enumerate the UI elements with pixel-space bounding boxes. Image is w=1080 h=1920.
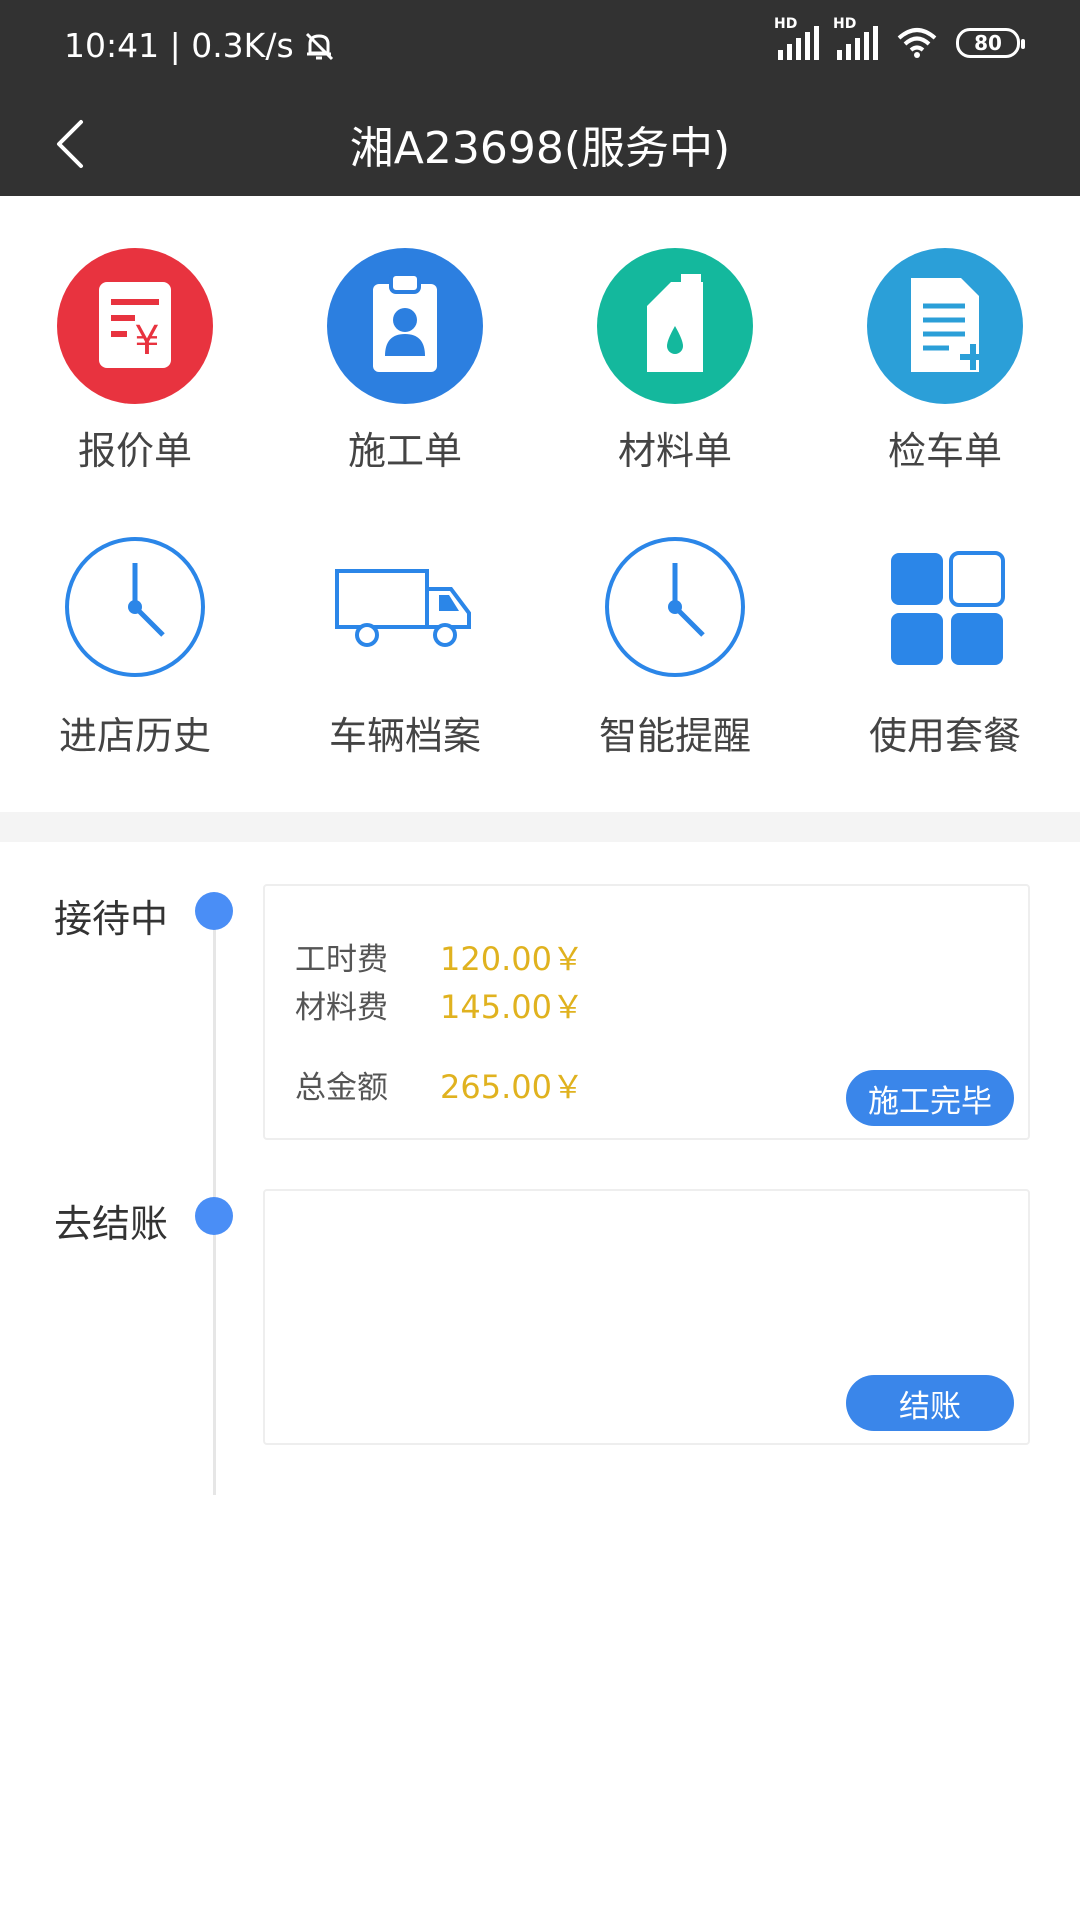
menu-item-vehicle-file[interactable]: 车辆档案 bbox=[270, 531, 540, 781]
work-order-icon bbox=[327, 248, 483, 404]
menu-item-inspection[interactable]: 检车单 bbox=[810, 246, 1080, 496]
menu-item-work-order[interactable]: 施工单 bbox=[270, 246, 540, 496]
total-amount-value: 265.00￥ bbox=[440, 1068, 584, 1106]
material-fee-row: 材料费 145.00￥ bbox=[295, 982, 584, 1028]
labor-fee-value: 120.00￥ bbox=[440, 940, 584, 978]
checkout-button[interactable]: 结账 bbox=[846, 1375, 1014, 1431]
clock-icon bbox=[65, 537, 205, 677]
signal-icon: HD bbox=[774, 16, 819, 60]
menu-item-label: 施工单 bbox=[347, 429, 462, 473]
labor-fee-row: 工时费 120.00￥ bbox=[295, 934, 584, 980]
menu-item-label: 进店历史 bbox=[58, 714, 211, 758]
menu-item-label: 使用套餐 bbox=[868, 714, 1021, 758]
page-title: 湘A23698(服务中) bbox=[349, 123, 731, 174]
signal-icon: HD bbox=[833, 16, 878, 60]
status-left: 10:41 | 0.3K/s bbox=[64, 26, 336, 65]
status-bar: 10:41 | 0.3K/s HD HD 80 bbox=[0, 0, 1080, 96]
top-bar: 10:41 | 0.3K/s HD HD 80 湘A23698(服务中) bbox=[0, 0, 1080, 196]
battery-level: 80 bbox=[974, 31, 1002, 55]
time-speed-text: 10:41 | 0.3K/s bbox=[64, 26, 294, 65]
signal-hd-label: HD bbox=[774, 16, 798, 32]
truck-icon bbox=[335, 569, 471, 647]
menu-item-package[interactable]: 使用套餐 bbox=[810, 531, 1080, 781]
battery-icon: 80 bbox=[956, 28, 1025, 58]
silent-bell-icon bbox=[305, 32, 333, 60]
quote-icon: ¥ bbox=[57, 248, 213, 404]
grid-icon bbox=[891, 551, 1005, 665]
menu-item-label: 报价单 bbox=[77, 429, 192, 473]
total-amount-label: 总金额 bbox=[295, 1070, 388, 1106]
section-divider bbox=[0, 812, 1080, 842]
checkout-card: 结账 bbox=[263, 1189, 1030, 1445]
menu-item-quote[interactable]: ¥ 报价单 bbox=[0, 246, 270, 496]
menu-item-label: 检车单 bbox=[887, 429, 1002, 473]
oil-can-icon bbox=[597, 248, 753, 404]
menu-item-label: 车辆档案 bbox=[328, 714, 481, 758]
menu-item-label: 智能提醒 bbox=[598, 714, 751, 758]
material-fee-label: 材料费 bbox=[295, 990, 388, 1026]
feature-grid: ¥ 报价单 施工单 材料单 检车单 进店历史 车辆档案 智能提醒 使用套餐 bbox=[0, 196, 1080, 812]
menu-item-smart-reminder[interactable]: 智能提醒 bbox=[540, 531, 810, 781]
menu-item-visit-history[interactable]: 进店历史 bbox=[0, 531, 270, 781]
construction-done-button[interactable]: 施工完毕 bbox=[846, 1070, 1014, 1126]
menu-item-materials[interactable]: 材料单 bbox=[540, 246, 810, 496]
svg-text:¥: ¥ bbox=[134, 318, 159, 364]
menu-item-label: 材料单 bbox=[617, 429, 732, 473]
timeline-dot bbox=[195, 892, 233, 930]
step-label-reception: 接待中 bbox=[54, 897, 169, 941]
labor-fee-label: 工时费 bbox=[295, 942, 388, 978]
signal-hd-label: HD bbox=[833, 16, 857, 32]
total-amount-row: 总金额 265.00￥ bbox=[295, 1062, 584, 1108]
title-bar: 湘A23698(服务中) bbox=[0, 96, 1080, 196]
step-label-checkout: 去结账 bbox=[54, 1202, 169, 1246]
material-fee-value: 145.00￥ bbox=[440, 988, 584, 1026]
clock-icon bbox=[605, 537, 745, 677]
document-add-icon bbox=[867, 248, 1023, 404]
status-right: HD HD 80 bbox=[774, 16, 1025, 60]
wifi-icon bbox=[897, 28, 937, 58]
timeline-dot bbox=[195, 1197, 233, 1235]
reception-card: 工时费 120.00￥ 材料费 145.00￥ 总金额 265.00￥ 施工完毕 bbox=[263, 884, 1030, 1140]
